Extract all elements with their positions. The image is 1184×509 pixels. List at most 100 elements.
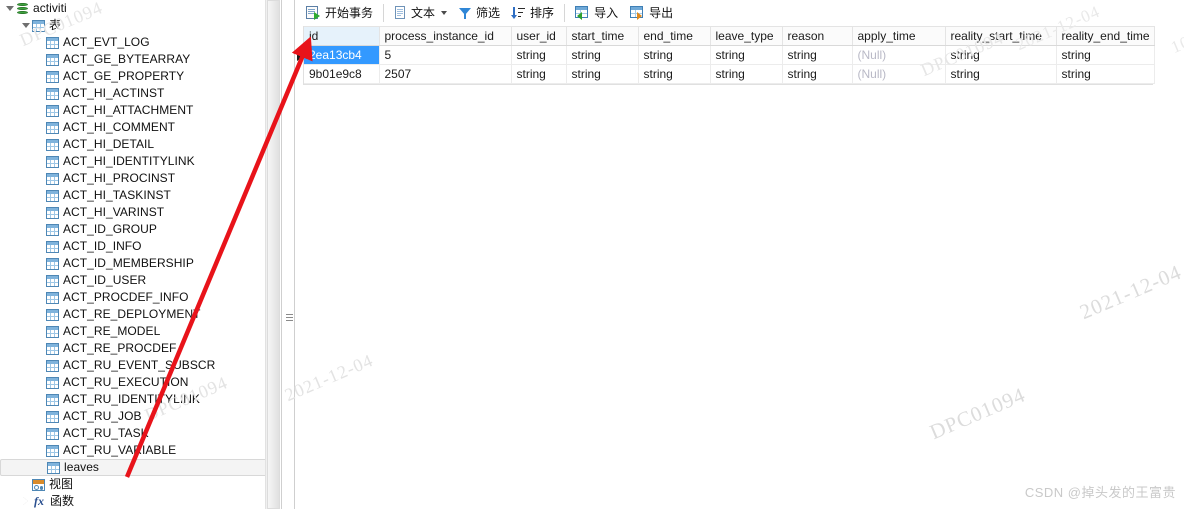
sidebar-scrollbar[interactable] xyxy=(265,0,280,509)
tree-item-table[interactable]: ACT_RU_JOB xyxy=(0,408,280,425)
tree-item-table[interactable]: ACT_HI_PROCINST xyxy=(0,170,280,187)
import-button[interactable]: 导入 xyxy=(569,2,624,24)
tree-item-table[interactable]: ACT_ID_GROUP xyxy=(0,221,280,238)
grid-row[interactable]: 9b01e9c8 2507 string string string string stri… xyxy=(304,64,1155,84)
grid-cell[interactable]: string xyxy=(782,64,853,84)
chevron-right-icon[interactable] xyxy=(20,496,31,507)
grid-cell[interactable]: (Null) xyxy=(852,45,946,65)
tree-item-label: ACT_ID_MEMBERSHIP xyxy=(63,256,194,270)
table-icon xyxy=(46,138,59,151)
export-icon xyxy=(630,6,645,20)
begin-transaction-button[interactable]: 开始事务 xyxy=(300,2,379,24)
table-icon xyxy=(46,53,59,66)
grid-cell[interactable]: string xyxy=(1056,64,1155,84)
grid-cell[interactable]: 2507 xyxy=(379,64,512,84)
filter-button[interactable]: 筛选 xyxy=(453,2,506,24)
tree-item-label: ACT_HI_VARINST xyxy=(63,205,165,219)
grid-cell[interactable]: string xyxy=(1056,45,1155,65)
grid-cell[interactable]: 2ea13cb4 xyxy=(304,45,380,65)
tree-item-label: ACT_RU_EVENT_SUBSCR xyxy=(63,358,216,372)
table-icon xyxy=(46,70,59,83)
grid-cell[interactable]: string xyxy=(638,45,711,65)
chevron-down-icon[interactable] xyxy=(4,3,15,14)
grid-cell[interactable]: string xyxy=(782,45,853,65)
tree-item-label: ACT_HI_PROCINST xyxy=(63,171,176,185)
tree-item-table[interactable]: ACT_HI_ATTACHMENT xyxy=(0,102,280,119)
tree-item-label: 表 xyxy=(49,18,62,32)
table-node-list: ACT_EVT_LOG ACT_GE_BYTEARRAY ACT_GE_PROPER… xyxy=(0,34,280,476)
grid-cell[interactable]: string xyxy=(638,64,711,84)
grid-toolbar: 开始事务 文本 筛选 排序 导入 导出 xyxy=(296,0,1184,26)
export-button[interactable]: 导出 xyxy=(624,2,679,24)
table-icon xyxy=(46,427,59,440)
table-icon xyxy=(46,291,59,304)
chevron-down-icon[interactable] xyxy=(441,11,448,15)
table-icon xyxy=(46,155,59,168)
grid-cell[interactable]: string xyxy=(566,64,639,84)
tree-item-label: activiti xyxy=(33,1,67,15)
tree-item-table[interactable]: ACT_PROCDEF_INFO xyxy=(0,289,280,306)
tree-item-table[interactable]: ACT_RE_DEPLOYMENT xyxy=(0,306,280,323)
grid-cell[interactable]: 9b01e9c8 xyxy=(304,64,380,84)
tree-item-label: ACT_GE_BYTEARRAY xyxy=(63,52,191,66)
table-icon xyxy=(46,274,59,287)
tree-item-table[interactable]: ACT_ID_MEMBERSHIP xyxy=(0,255,280,272)
grid-column-header[interactable]: end_time xyxy=(638,26,711,46)
data-grid[interactable]: id process_instance_id user_id start_time en… xyxy=(303,26,1155,85)
grid-column-header[interactable]: process_instance_id xyxy=(379,26,512,46)
text-button[interactable]: 文本 xyxy=(388,2,453,24)
grid-cell[interactable]: string xyxy=(566,45,639,65)
sidebar-scrollbar-thumb[interactable] xyxy=(267,0,280,509)
grid-column-header[interactable]: reality_end_time xyxy=(1056,26,1155,46)
grid-cell[interactable]: 5 xyxy=(379,45,512,65)
tree-item-table[interactable]: ACT_GE_PROPERTY xyxy=(0,68,280,85)
tree-item-table[interactable]: ACT_RE_PROCDEF xyxy=(0,340,280,357)
tree-item-table[interactable]: ACT_HI_VARINST xyxy=(0,204,280,221)
grid-column-header[interactable]: user_id xyxy=(511,26,567,46)
grid-column-header[interactable]: leave_type xyxy=(710,26,783,46)
tree-item-functions-group[interactable]: fx 函数 xyxy=(0,493,280,509)
grid-cell[interactable]: string xyxy=(945,64,1057,84)
chevron-down-icon[interactable] xyxy=(20,20,31,31)
grid-cell[interactable]: (Null) xyxy=(852,64,946,84)
grid-cell[interactable]: string xyxy=(511,45,567,65)
tree-item-table[interactable]: ACT_GE_BYTEARRAY xyxy=(0,51,280,68)
grid-column-header[interactable]: apply_time xyxy=(852,26,946,46)
tree-item-table[interactable]: ACT_RE_MODEL xyxy=(0,323,280,340)
table-icon xyxy=(46,410,59,423)
tree-item-table[interactable]: ACT_HI_COMMENT xyxy=(0,119,280,136)
tree-item-table[interactable]: ACT_ID_USER xyxy=(0,272,280,289)
grid-column-header[interactable]: start_time xyxy=(566,26,639,46)
sort-label: 排序 xyxy=(530,6,555,20)
tree-item-label: ACT_PROCDEF_INFO xyxy=(63,290,189,304)
tree-item-table[interactable]: ACT_HI_TASKINST xyxy=(0,187,280,204)
grid-column-header[interactable]: reason xyxy=(782,26,853,46)
tree-item-table[interactable]: ACT_RU_VARIABLE xyxy=(0,442,280,459)
grid-column-header[interactable]: id xyxy=(304,26,380,46)
grid-cell[interactable]: string xyxy=(710,64,783,84)
grid-cell[interactable]: string xyxy=(710,45,783,65)
tree-item-table[interactable]: ACT_EVT_LOG xyxy=(0,34,280,51)
table-icon xyxy=(46,308,59,321)
grid-column-header[interactable]: reality_start_time xyxy=(945,26,1057,46)
tree-item-label: ACT_EVT_LOG xyxy=(63,35,150,49)
tree-item-database[interactable]: activiti xyxy=(0,0,280,17)
tree-item-table[interactable]: ACT_HI_IDENTITYLINK xyxy=(0,153,280,170)
tree-item-table[interactable]: ACT_RU_TASK xyxy=(0,425,280,442)
tree-item-table[interactable]: ACT_ID_INFO xyxy=(0,238,280,255)
grid-row[interactable]: 2ea13cb4 5 string string string string string(… xyxy=(304,45,1155,65)
tree-item-table[interactable]: ACT_RU_EXECUTION xyxy=(0,374,280,391)
grid-cell[interactable]: string xyxy=(511,64,567,84)
tree-item-label: leaves xyxy=(64,460,99,474)
tree-item-tables-group[interactable]: 表 xyxy=(0,17,280,34)
tree-item-views-group[interactable]: 视图 xyxy=(0,476,280,493)
grid-cell[interactable]: string xyxy=(945,45,1057,65)
tree-item-table[interactable]: leaves xyxy=(0,459,278,476)
sort-button[interactable]: 排序 xyxy=(506,2,560,24)
tree-item-table[interactable]: ACT_RU_EVENT_SUBSCR xyxy=(0,357,280,374)
tree-item-table[interactable]: ACT_HI_ACTINST xyxy=(0,85,280,102)
panel-splitter[interactable] xyxy=(281,0,295,509)
tree-item-table[interactable]: ACT_HI_DETAIL xyxy=(0,136,280,153)
splitter-grip[interactable] xyxy=(286,314,293,321)
tree-item-table[interactable]: ACT_RU_IDENTITYLINK xyxy=(0,391,280,408)
